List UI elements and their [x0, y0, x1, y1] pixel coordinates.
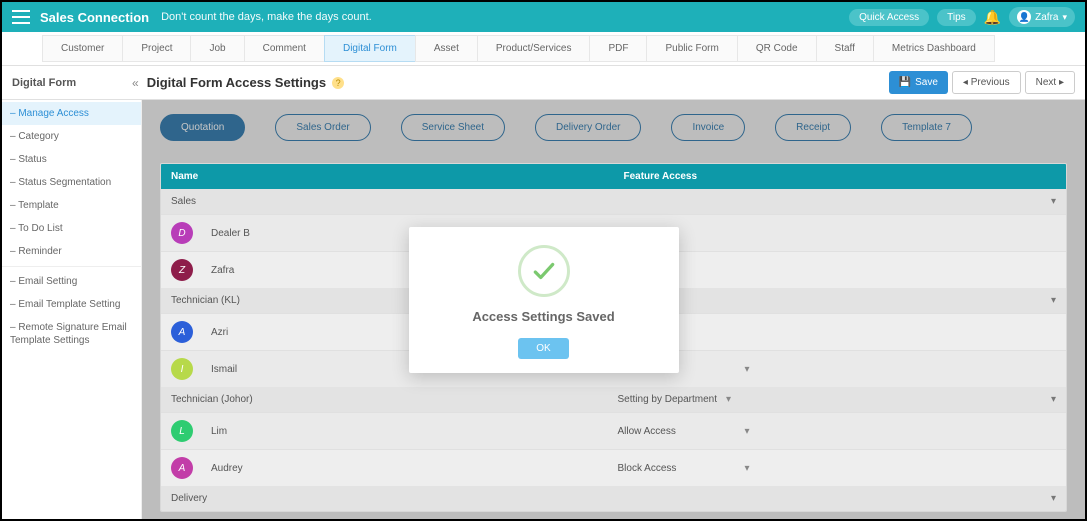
- sidebar-item-manage-access[interactable]: – Manage Access: [2, 102, 141, 125]
- sidebar-item-email-template-setting[interactable]: – Email Template Setting: [2, 293, 141, 316]
- modal-ok-button[interactable]: OK: [518, 338, 568, 359]
- next-button[interactable]: Next ▸: [1025, 71, 1075, 94]
- access-select[interactable]: Block Access: [614, 460, 754, 477]
- tips-button[interactable]: Tips: [937, 9, 976, 26]
- success-modal: Access Settings Saved OK: [409, 227, 679, 373]
- brand-title: Sales Connection: [40, 10, 149, 25]
- avatar: A: [171, 321, 193, 343]
- sidebar-item-status[interactable]: – Status: [2, 148, 141, 171]
- tab-pdf[interactable]: PDF: [589, 35, 647, 62]
- group-row[interactable]: Delivery▾: [161, 486, 1066, 511]
- sidebar-header: Digital Form: [12, 77, 132, 89]
- person-row: L Lim Allow Access: [161, 412, 1066, 449]
- chip-receipt[interactable]: Receipt: [775, 114, 851, 141]
- collapse-icon[interactable]: «: [132, 76, 139, 90]
- tab-digital-form[interactable]: Digital Form: [324, 35, 416, 62]
- tab-project[interactable]: Project: [122, 35, 191, 62]
- avatar: L: [171, 420, 193, 442]
- chip-template-7[interactable]: Template 7: [881, 114, 972, 141]
- help-icon[interactable]: ?: [332, 77, 344, 89]
- sidebar-item-to-do-list[interactable]: – To Do List: [2, 217, 141, 240]
- form-type-chips: Quotation Sales Order Service Sheet Deliver…: [160, 114, 1067, 141]
- tab-asset[interactable]: Asset: [415, 35, 478, 62]
- chip-service-sheet[interactable]: Service Sheet: [401, 114, 505, 141]
- chevron-down-icon: ▾: [1051, 394, 1056, 405]
- person-name: Zafra: [211, 265, 234, 276]
- sidebar-item-email-setting[interactable]: – Email Setting: [2, 270, 141, 293]
- avatar: D: [171, 222, 193, 244]
- tab-qr-code[interactable]: QR Code: [737, 35, 817, 62]
- chevron-down-icon: ▾: [1051, 196, 1056, 207]
- sidebar-item-remote-signature-email-template-settings[interactable]: – Remote Signature Email Template Settin…: [2, 316, 141, 352]
- sidebar-item-reminder[interactable]: – Reminder: [2, 240, 141, 263]
- person-name: Dealer B: [211, 228, 250, 239]
- bell-icon[interactable]: 🔔: [984, 9, 1001, 26]
- avatar: I: [171, 358, 193, 380]
- sub-header: Digital Form « Digital Form Access Setti…: [2, 66, 1085, 100]
- chevron-down-icon: ▾: [1051, 295, 1056, 306]
- group-row[interactable]: Technician (Johor)Setting by Department▾: [161, 387, 1066, 412]
- quick-access-button[interactable]: Quick Access: [849, 9, 929, 26]
- save-icon: 💾: [899, 77, 911, 88]
- sidebar-item-template[interactable]: – Template: [2, 194, 141, 217]
- chip-delivery-order[interactable]: Delivery Order: [535, 114, 641, 141]
- col-name-header: Name: [161, 164, 614, 189]
- top-bar: Sales Connection Don't count the days, m…: [2, 2, 1085, 32]
- page-title: Digital Form Access Settings: [147, 75, 326, 90]
- col-feature-header: Feature Access: [614, 164, 1067, 189]
- user-name: Zafra: [1035, 12, 1058, 23]
- tab-staff[interactable]: Staff: [816, 35, 874, 62]
- app-frame: Sales Connection Don't count the days, m…: [0, 0, 1087, 521]
- group-row[interactable]: Sales▾: [161, 189, 1066, 214]
- tab-public-form[interactable]: Public Form: [646, 35, 737, 62]
- chevron-down-icon: ▾: [1051, 493, 1056, 504]
- avatar: Z: [171, 259, 193, 281]
- save-label: Save: [915, 77, 938, 88]
- person-row: A Audrey Block Access: [161, 449, 1066, 486]
- sidebar: – Manage Access– Category– Status– Statu…: [2, 100, 142, 519]
- chip-invoice[interactable]: Invoice: [671, 114, 745, 141]
- tab-comment[interactable]: Comment: [244, 35, 325, 62]
- user-menu[interactable]: 👤 Zafra ▾: [1009, 7, 1075, 27]
- save-button[interactable]: 💾 Save: [889, 71, 948, 94]
- person-name: Lim: [211, 426, 227, 437]
- menu-icon[interactable]: [12, 10, 30, 24]
- modal-title: Access Settings Saved: [425, 309, 663, 324]
- chip-quotation[interactable]: Quotation: [160, 114, 245, 141]
- sidebar-item-category[interactable]: – Category: [2, 125, 141, 148]
- tab-metrics-dashboard[interactable]: Metrics Dashboard: [873, 35, 995, 62]
- person-name: Azri: [211, 327, 228, 338]
- tab-product-services[interactable]: Product/Services: [477, 35, 591, 62]
- tab-job[interactable]: Job: [190, 35, 244, 62]
- person-name: Ismail: [211, 364, 237, 375]
- access-select[interactable]: Allow Access: [614, 423, 754, 440]
- user-avatar-icon: 👤: [1017, 10, 1031, 24]
- tab-customer[interactable]: Customer: [42, 35, 123, 62]
- check-icon: [518, 245, 570, 297]
- module-tabs: CustomerProjectJobCommentDigital FormAss…: [2, 32, 1085, 66]
- previous-button[interactable]: ◂ Previous: [952, 71, 1021, 94]
- chip-sales-order[interactable]: Sales Order: [275, 114, 370, 141]
- avatar: A: [171, 457, 193, 479]
- tagline: Don't count the days, make the days coun…: [161, 11, 372, 23]
- person-name: Audrey: [211, 463, 243, 474]
- chevron-down-icon: ▾: [1062, 12, 1067, 23]
- table-header: Name Feature Access: [161, 164, 1066, 189]
- sidebar-item-status-segmentation[interactable]: – Status Segmentation: [2, 171, 141, 194]
- access-select[interactable]: Setting by Department: [614, 391, 736, 408]
